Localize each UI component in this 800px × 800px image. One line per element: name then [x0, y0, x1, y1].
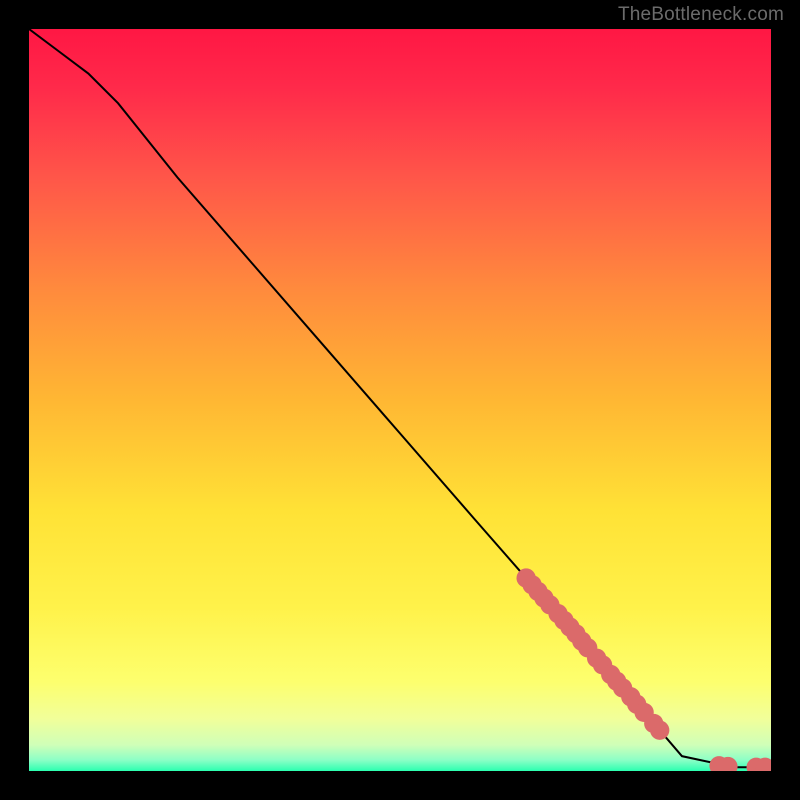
chart-svg — [29, 29, 771, 771]
gradient-background — [29, 29, 771, 771]
plot-area — [29, 29, 771, 771]
chart-frame: TheBottleneck.com — [0, 0, 800, 800]
watermark-text: TheBottleneck.com — [618, 4, 784, 26]
marker-point — [650, 721, 669, 740]
